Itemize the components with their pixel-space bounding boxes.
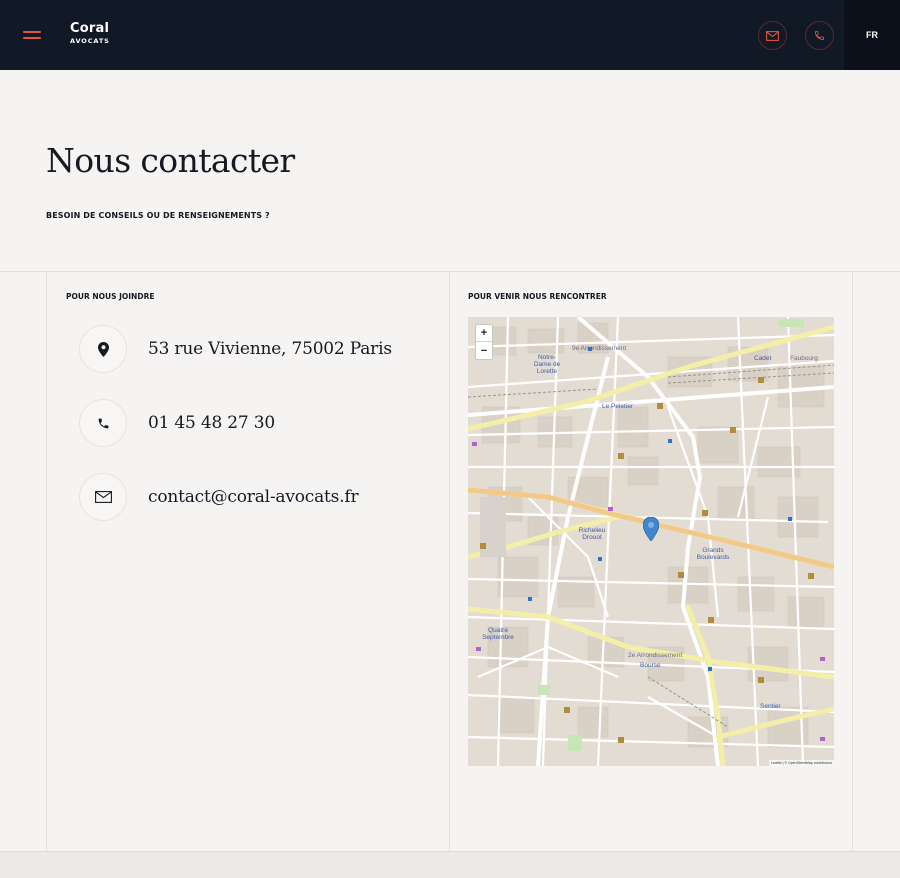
logo[interactable]: Coral AVOCATS: [70, 21, 110, 46]
location-pin-icon: [79, 325, 127, 373]
map-metro-label: Richelieu Drouot: [578, 527, 606, 541]
contact-email[interactable]: contact@coral-avocats.fr: [79, 473, 359, 521]
phone-button[interactable]: [805, 21, 834, 50]
section-divider: [0, 271, 900, 272]
email-link[interactable]: contact@coral-avocats.fr: [148, 487, 359, 507]
map-metro-label: Sentier: [760, 703, 781, 710]
map-metro-label: Cadet: [754, 355, 772, 362]
map-metro-label: Notre-Dame de Lorette: [533, 354, 561, 375]
zoom-out-button[interactable]: −: [476, 342, 492, 359]
contact-address: 53 rue Vivienne, 75002 Paris: [79, 325, 392, 373]
page-subtitle: BESOIN DE CONSEILS OU DE RENSEIGNEMENTS …: [46, 211, 270, 220]
top-navigation-bar: Coral AVOCATS FR: [0, 0, 900, 70]
phone-link[interactable]: 01 45 48 27 30: [148, 413, 275, 433]
contact-section-label: POUR NOUS JOINDRE: [66, 292, 155, 301]
map-place-label: 9e Arrondissement: [572, 345, 627, 352]
map-zoom-control: + −: [475, 324, 493, 360]
footer-band: [0, 851, 900, 878]
map[interactable]: 9e Arrondissement Notre-Dame de Lorette …: [468, 317, 834, 766]
hamburger-menu-icon[interactable]: [23, 30, 41, 40]
map-attribution[interactable]: Leaflet | © OpenStreetMap contributors: [769, 760, 834, 766]
page-title: Nous contacter: [46, 141, 295, 180]
phone-icon: [79, 399, 127, 447]
map-place-label: 2e Arrondissement: [628, 652, 683, 659]
zoom-in-button[interactable]: +: [476, 325, 492, 342]
logo-name: Coral: [70, 21, 110, 36]
column-divider: [852, 271, 853, 851]
email-button[interactable]: [758, 21, 787, 50]
map-marker-pin-icon[interactable]: [642, 516, 660, 546]
envelope-icon: [79, 473, 127, 521]
map-metro-label: Quatre Septembre: [482, 627, 514, 641]
envelope-icon: [766, 30, 779, 41]
map-section-label: POUR VENIR NOUS RENCONTRER: [468, 292, 607, 301]
column-divider: [449, 271, 450, 851]
phone-icon: [814, 30, 825, 41]
column-divider: [46, 271, 47, 851]
address-text: 53 rue Vivienne, 75002 Paris: [148, 339, 392, 359]
map-metro-label: Bourse: [640, 662, 661, 669]
map-metro-label: Grands Boulevards: [696, 547, 730, 561]
map-metro-label: Le Peletier: [602, 403, 634, 410]
logo-subtitle: AVOCATS: [70, 37, 110, 45]
language-switcher[interactable]: FR: [844, 0, 900, 70]
map-place-label: Faubourg: [790, 355, 818, 362]
contact-phone[interactable]: 01 45 48 27 30: [79, 399, 275, 447]
